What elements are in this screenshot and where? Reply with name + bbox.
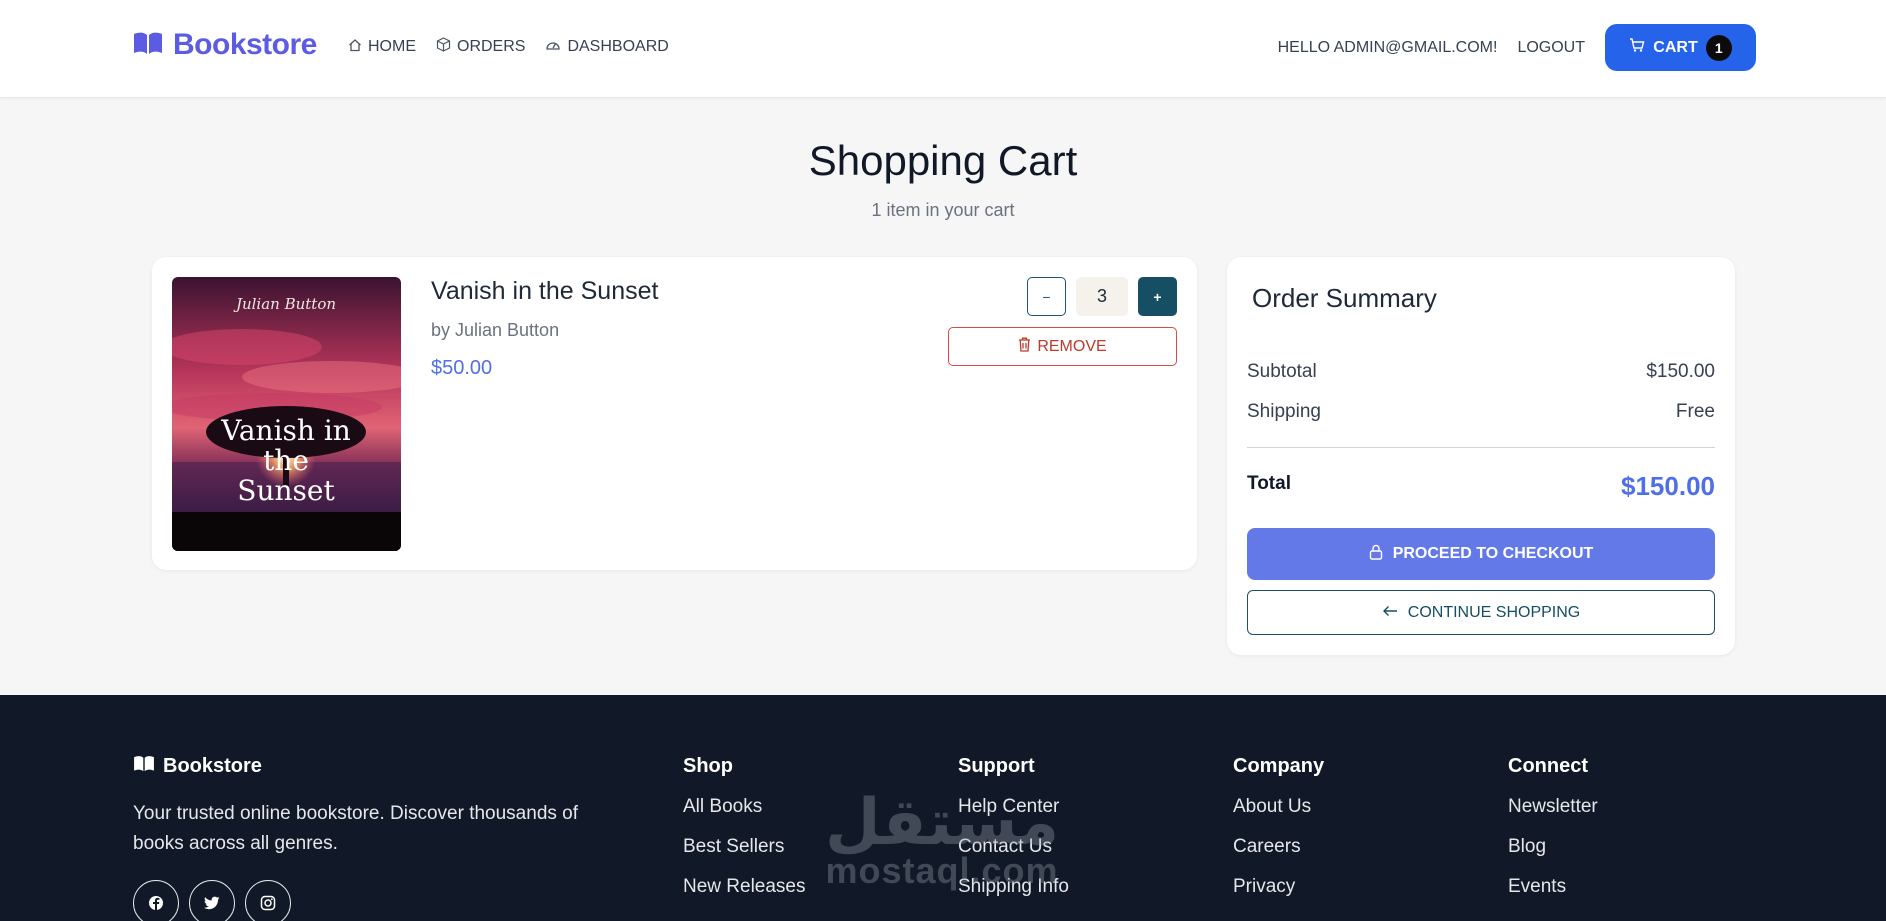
decrease-quantity-button[interactable]: −: [1027, 277, 1066, 316]
nav-dashboard-label: DASHBOARD: [567, 38, 669, 55]
page-title: Shopping Cart: [808, 137, 1078, 184]
footer-connect-column: Connect Newsletter Blog Events: [1508, 755, 1598, 916]
footer-link-new-releases[interactable]: New Releases: [683, 876, 806, 916]
cart-label: CART: [1653, 38, 1698, 56]
footer-link-shipping-info[interactable]: Shipping Info: [958, 876, 1069, 916]
order-summary-card: Order Summary Subtotal $150.00 Shipping …: [1227, 257, 1735, 655]
nav-orders-label: ORDERS: [457, 38, 526, 55]
total-value: $150.00: [1621, 471, 1715, 501]
summary-divider: [1247, 447, 1715, 448]
summary-title: Order Summary: [1252, 283, 1437, 313]
quantity-stepper: − 3 +: [1027, 277, 1177, 316]
nav-home[interactable]: HOME: [348, 37, 416, 57]
social-links: [133, 880, 291, 921]
trash-icon: [1018, 337, 1031, 357]
shipping-value: Free: [1675, 401, 1715, 422]
footer-support-column: Support Help Center Contact Us Shipping …: [958, 755, 1069, 916]
logout-link[interactable]: LOGOUT: [1517, 39, 1585, 57]
footer-connect-title: Connect: [1508, 755, 1588, 777]
quantity-value: 3: [1076, 277, 1128, 316]
nav-user-area: HELLO ADMIN@GMAIL.COM! LOGOUT CART 1: [1278, 24, 1756, 71]
item-author: by Julian Button: [431, 320, 560, 340]
book-icon: [133, 31, 163, 60]
footer-link-about-us[interactable]: About Us: [1233, 796, 1324, 836]
total-row: Total $150.00: [1247, 471, 1715, 502]
box-icon: [436, 37, 451, 57]
shipping-label: Shipping: [1247, 401, 1321, 422]
footer-brand: Bookstore: [133, 755, 262, 778]
footer-link-events[interactable]: Events: [1508, 876, 1598, 916]
subtotal-label: Subtotal: [1247, 361, 1317, 382]
remove-item-button[interactable]: REMOVE: [948, 327, 1177, 366]
footer-link-best-sellers[interactable]: Best Sellers: [683, 836, 806, 876]
footer-link-help-center[interactable]: Help Center: [958, 796, 1069, 836]
item-title[interactable]: Vanish in the Sunset: [431, 277, 658, 306]
main-nav: HOME ORDERS DASHBOARD: [348, 37, 669, 57]
facebook-icon[interactable]: [133, 880, 179, 921]
continue-label: CONTINUE SHOPPING: [1407, 603, 1581, 621]
book-icon: [133, 755, 155, 778]
user-greeting: HELLO ADMIN@GMAIL.COM!: [1277, 38, 1498, 56]
footer-company-title: Company: [1233, 755, 1325, 777]
twitter-icon[interactable]: [189, 880, 235, 921]
book-cover-image: Julian Button Vanish in the Sunset: [172, 277, 401, 551]
cover-title-line-2: the: [263, 444, 309, 477]
cart-icon: [1629, 37, 1645, 58]
cover-title-line-1: Vanish in: [220, 414, 351, 447]
footer-description: Your trusted online bookstore. Discover …: [133, 803, 579, 854]
footer-link-newsletter[interactable]: Newsletter: [1508, 796, 1598, 836]
cart-button[interactable]: CART 1: [1605, 24, 1756, 71]
brand-name: Bookstore: [173, 28, 317, 61]
shipping-row: Shipping Free: [1247, 401, 1715, 423]
subtotal-row: Subtotal $150.00: [1247, 361, 1715, 383]
top-navbar: Bookstore HOME ORDERS DASHBOARD HELLO AD…: [0, 0, 1886, 98]
nav-home-label: HOME: [368, 38, 416, 55]
site-footer: Bookstore Your trusted online bookstore.…: [0, 695, 1886, 921]
footer-link-contact-us[interactable]: Contact Us: [958, 836, 1069, 876]
lock-icon: [1369, 544, 1383, 565]
footer-link-blog[interactable]: Blog: [1508, 836, 1598, 876]
subtotal-value: $150.00: [1646, 361, 1715, 382]
proceed-to-checkout-button[interactable]: PROCEED TO CHECKOUT: [1247, 528, 1715, 580]
brand-logo[interactable]: Bookstore: [133, 28, 317, 62]
home-icon: [348, 38, 362, 57]
total-label: Total: [1247, 473, 1291, 494]
cover-title-line-3: Sunset: [237, 474, 335, 507]
gauge-icon: [545, 38, 561, 57]
continue-shopping-button[interactable]: CONTINUE SHOPPING: [1247, 590, 1715, 635]
footer-support-title: Support: [958, 755, 1035, 777]
nav-orders[interactable]: ORDERS: [436, 37, 525, 57]
cover-author-text: Julian Button: [233, 295, 336, 313]
instagram-icon[interactable]: [245, 880, 291, 921]
remove-label: REMOVE: [1037, 337, 1107, 355]
arrow-left-icon: [1382, 604, 1398, 622]
checkout-label: PROCEED TO CHECKOUT: [1392, 545, 1594, 562]
footer-company-column: Company About Us Careers Privacy: [1233, 755, 1324, 916]
cart-count-badge: 1: [1705, 34, 1732, 61]
footer-link-all-books[interactable]: All Books: [683, 796, 806, 836]
cart-item-card: Julian Button Vanish in the Sunset Vanis…: [152, 257, 1197, 570]
increase-quantity-button[interactable]: +: [1138, 277, 1177, 316]
item-price: $50.00: [431, 357, 493, 379]
footer-brand-name: Bookstore: [163, 755, 262, 777]
nav-dashboard[interactable]: DASHBOARD: [545, 37, 669, 57]
footer-shop-column: Shop All Books Best Sellers New Releases: [683, 755, 806, 916]
footer-link-privacy[interactable]: Privacy: [1233, 876, 1324, 916]
footer-shop-title: Shop: [683, 755, 733, 777]
page-subtitle: 1 item in your cart: [871, 200, 1015, 220]
footer-link-careers[interactable]: Careers: [1233, 836, 1324, 876]
